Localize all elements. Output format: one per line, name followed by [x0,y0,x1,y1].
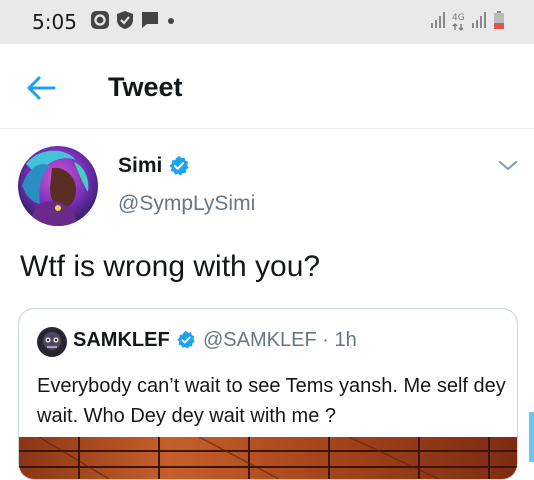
quoted-tweet-card[interactable]: SAMKLEF @SAMKLEF · 1h Everybody can’t wa… [18,308,518,480]
chevron-down-icon[interactable] [497,158,519,174]
avatar[interactable] [18,146,98,226]
verified-badge-icon [176,330,196,350]
network-4g-icon: 4G [452,12,465,31]
shield-icon [116,10,134,35]
author-handle[interactable]: @SympLySimi [118,192,255,216]
dot-icon [166,10,176,35]
page-title: Tweet [108,72,183,102]
quoted-author-name: SAMKLEF [73,329,170,351]
quoted-author-handle: @SAMKLEF [203,329,317,351]
status-bar: 5:05 4G [0,0,534,44]
status-time: 5:05 [32,10,77,34]
tweet: Simi @SympLySimi Wtf is wrong with you? … [0,128,534,480]
quoted-tweet-text: Everybody can’t wait to see Tems yansh. … [37,375,506,427]
quoted-tweet-age: · 1h [322,329,357,351]
verified-badge-icon [168,155,190,177]
system-icons: 4G [430,10,505,34]
arrow-left-icon [27,76,56,100]
battery-icon [493,10,505,35]
back-button[interactable] [25,74,57,102]
quoted-tweet-media[interactable] [19,436,517,479]
scrollbar-thumb[interactable] [529,412,534,462]
author-name[interactable]: Simi [118,154,162,178]
network-label: 4G [452,12,465,23]
notification-icons [90,10,176,35]
tweet-text: Wtf is wrong with you? [20,250,321,283]
signal-icon [430,11,446,34]
chat-icon [140,10,160,35]
quoted-author-handle-and-time: @SAMKLEF · 1h [203,329,357,352]
app-header: Tweet [0,44,534,129]
circle-app-icon [90,10,110,35]
signal-icon [471,11,487,34]
quoted-avatar [37,327,67,357]
